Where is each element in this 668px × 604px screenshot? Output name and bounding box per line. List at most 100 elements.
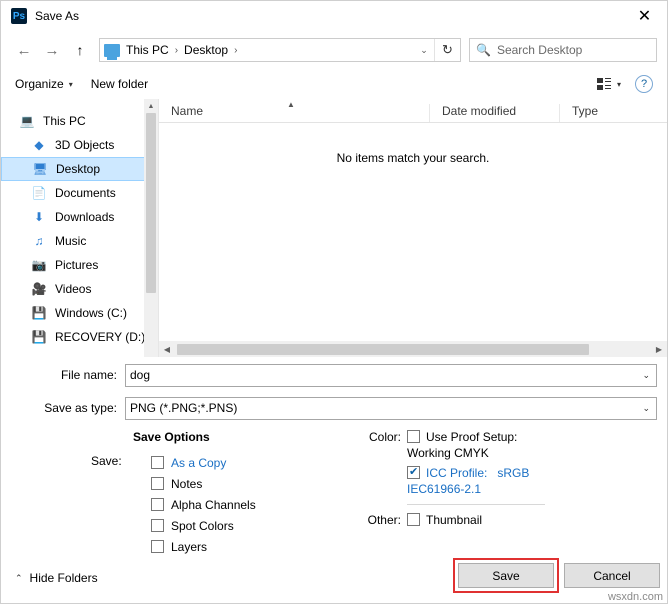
sidebar-item-this-pc[interactable]: 💻 This PC xyxy=(1,109,158,133)
filename-label: File name: xyxy=(60,368,117,382)
checkbox-label-use-proof-setup: Use Proof Setup: xyxy=(426,430,518,444)
checkbox-box-thumbnail[interactable] xyxy=(407,513,420,526)
sidebar-item-music[interactable]: ♫ Music xyxy=(1,229,158,253)
other-label: Other: xyxy=(367,513,401,527)
checkbox-box[interactable] xyxy=(151,498,164,511)
scrollbar-thumb[interactable] xyxy=(177,343,589,355)
checkbox-box-icc-profile[interactable] xyxy=(407,465,420,479)
command-bar: Organize ▾ New folder ▾ ? xyxy=(1,69,667,99)
scrollbar-thumb[interactable] xyxy=(146,113,156,293)
navigation-bar: ← → ↑ This PC › Desktop › ⌄ ↻ 🔍 Search D… xyxy=(1,31,667,69)
drive-icon: 💾 xyxy=(31,330,47,344)
sidebar-item-windows-c[interactable]: 💾 Windows (C:) xyxy=(1,301,158,325)
title-bar: Ps Save As ✕ xyxy=(1,1,667,31)
view-options-group[interactable]: ▾ xyxy=(596,78,621,90)
dialog-footer: ⌃ Hide Folders Save Cancel wsxdn.com xyxy=(1,557,667,603)
checkbox-label: Spot Colors xyxy=(171,518,234,533)
scroll-up-icon[interactable]: ▲ xyxy=(144,99,158,113)
downloads-icon: ⬇ xyxy=(33,210,45,224)
filetype-value: PNG (*.PNG;*.PNS) xyxy=(130,401,238,415)
save-as-dialog: Ps Save As ✕ ← → ↑ This PC › Desktop › ⌄… xyxy=(0,0,668,604)
column-header-type[interactable]: Type xyxy=(559,104,659,122)
sidebar-item-pictures[interactable]: 📷 Pictures xyxy=(1,253,158,277)
back-icon[interactable]: ← xyxy=(11,37,37,63)
hide-folders-button[interactable]: ⌃ Hide Folders xyxy=(15,571,98,585)
checkbox-box-use-proof-setup[interactable] xyxy=(407,430,420,443)
icc-profile-value-2: IEC61966-2.1 xyxy=(407,482,482,496)
checkbox-notes[interactable]: Notes xyxy=(151,473,256,494)
sidebar-item-3d-objects[interactable]: ◆ 3D Objects xyxy=(1,133,158,157)
checkbox-label: Notes xyxy=(171,476,203,491)
sidebar-item-label: Documents xyxy=(55,186,116,200)
breadcrumb-this-pc[interactable]: This PC xyxy=(126,43,169,57)
other-row: Other: Thumbnail xyxy=(361,513,545,527)
filetype-label: Save as type: xyxy=(44,401,117,415)
organize-button[interactable]: Organize ▾ xyxy=(15,77,73,91)
desktop-icon: 🖥 xyxy=(32,162,48,176)
checkbox-label-icc-profile: ICC Profile: xyxy=(426,466,488,480)
pictures-icon: 📷 xyxy=(31,258,47,272)
checkbox-alpha-channels[interactable]: Alpha Channels xyxy=(151,494,256,515)
search-input[interactable]: 🔍 Search Desktop xyxy=(469,38,657,62)
icc-profile-row: ICC Profile: sRGB xyxy=(361,465,545,480)
checkbox-spot-colors[interactable]: Spot Colors xyxy=(151,515,256,536)
tree-scrollbar[interactable]: ▲ xyxy=(144,99,158,357)
address-breadcrumb-bar[interactable]: This PC › Desktop › ⌄ ↻ xyxy=(99,38,461,62)
close-icon[interactable]: ✕ xyxy=(622,1,667,31)
checkbox-box[interactable] xyxy=(151,519,164,532)
chevron-down-icon[interactable]: ⌄ xyxy=(642,370,650,381)
chevron-down-icon[interactable]: ⌄ xyxy=(642,403,650,414)
column-label: Name xyxy=(171,104,204,118)
checkbox-box[interactable] xyxy=(151,540,164,553)
this-pc-icon xyxy=(104,43,120,60)
new-folder-button[interactable]: New folder xyxy=(91,77,148,91)
filetype-select[interactable]: PNG (*.PNG;*.PNS) ⌄ xyxy=(125,396,657,420)
scroll-right-icon[interactable]: ▶ xyxy=(651,345,667,354)
hide-folders-label: Hide Folders xyxy=(29,571,98,585)
checkbox-as-a-copy[interactable]: As a Copy xyxy=(151,452,256,473)
forward-icon[interactable]: → xyxy=(39,37,65,63)
sidebar-item-downloads[interactable]: ⬇ Downloads xyxy=(1,205,158,229)
search-placeholder: Search Desktop xyxy=(496,43,583,57)
column-header-name[interactable]: Name ▲ xyxy=(159,100,429,122)
sidebar-item-videos[interactable]: 🎥 Videos xyxy=(1,277,158,301)
color-options-group: Color: Use Proof Setup: Working CMYK ICC… xyxy=(361,430,545,529)
filetype-row: Save as type: PNG (*.PNG;*.PNS) ⌄ xyxy=(1,396,667,420)
sidebar-item-documents[interactable]: 📄 Documents xyxy=(1,181,158,205)
options-divider xyxy=(407,504,545,505)
watermark: wsxdn.com xyxy=(607,591,663,603)
checkbox-label-thumbnail: Thumbnail xyxy=(426,513,483,527)
checkbox-layers[interactable]: Layers xyxy=(151,536,256,557)
view-layout-icon[interactable] xyxy=(596,78,613,90)
sidebar-item-label: Desktop xyxy=(56,162,101,176)
chevron-down-icon: ▾ xyxy=(68,79,73,89)
music-icon: ♫ xyxy=(34,234,44,248)
breadcrumb-separator-icon-2: › xyxy=(234,44,238,56)
help-icon[interactable]: ? xyxy=(635,75,653,93)
checkbox-label: As a Copy xyxy=(171,455,227,470)
color-row: Color: Use Proof Setup: xyxy=(361,430,545,444)
refresh-icon[interactable]: ↻ xyxy=(434,39,460,61)
chevron-down-icon[interactable]: ▾ xyxy=(617,80,621,89)
up-icon[interactable]: ↑ xyxy=(67,37,93,63)
save-options-checkbox-group: As a Copy Notes Alpha Channels Spot Colo… xyxy=(151,452,256,557)
sidebar-item-desktop[interactable]: 🖥 Desktop xyxy=(1,157,158,181)
save-button[interactable]: Save xyxy=(458,563,554,588)
sidebar-item-recovery-d[interactable]: 💾 RECOVERY (D:) xyxy=(1,325,158,349)
filename-input[interactable]: dog ⌄ xyxy=(125,363,657,387)
column-header-date-modified[interactable]: Date modified xyxy=(429,104,559,122)
empty-list-message: No items match your search. xyxy=(336,151,490,165)
photoshop-icon: Ps xyxy=(11,8,27,24)
new-folder-label: New folder xyxy=(90,77,149,91)
breadcrumb-separator-icon: › xyxy=(174,44,179,56)
scroll-left-icon[interactable]: ◀ xyxy=(159,345,175,354)
cancel-button[interactable]: Cancel xyxy=(564,563,660,588)
checkbox-box[interactable] xyxy=(151,456,164,469)
file-list-horizontal-scrollbar[interactable]: ◀ ▶ xyxy=(159,341,667,357)
chevron-down-icon[interactable]: ⌄ xyxy=(414,39,434,61)
save-form: File name: dog ⌄ Save as type: PNG (*.PN… xyxy=(1,363,667,603)
checkbox-box[interactable] xyxy=(151,477,164,490)
filename-value: dog xyxy=(130,368,151,382)
breadcrumb-desktop[interactable]: Desktop xyxy=(184,43,228,57)
save-options-section: Save Options Save: As a Copy Notes Alpha… xyxy=(1,430,667,570)
